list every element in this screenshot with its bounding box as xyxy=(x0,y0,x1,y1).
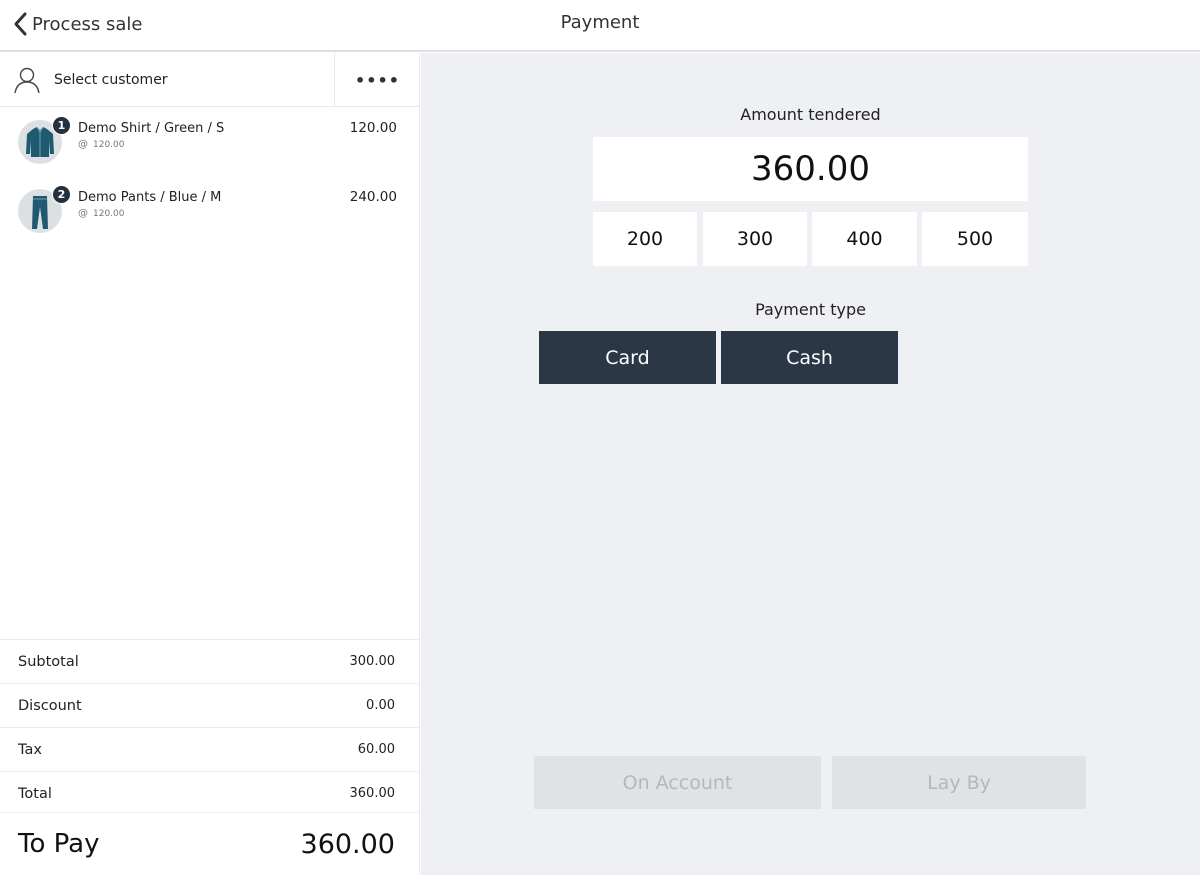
item-unit-price: @120.00 xyxy=(78,208,125,219)
subtotal-label: Subtotal xyxy=(18,653,79,670)
lay-by-button[interactable]: Lay By xyxy=(832,756,1086,809)
quick-amount-button[interactable]: 400 xyxy=(812,212,917,266)
quantity-badge: 2 xyxy=(52,185,71,204)
to-pay-value: 360.00 xyxy=(300,828,395,860)
to-pay-row: To Pay 360.00 xyxy=(0,812,420,875)
discount-label: Discount xyxy=(18,697,82,714)
select-customer-label: Select customer xyxy=(54,72,168,88)
top-bar: Process sale Payment xyxy=(0,0,1200,52)
subtotal-row: Subtotal 300.00 xyxy=(0,639,420,683)
card-payment-button[interactable]: Card xyxy=(539,331,716,384)
item-unit-price: @120.00 xyxy=(78,139,125,150)
discount-value: 0.00 xyxy=(366,698,395,713)
item-line-total: 120.00 xyxy=(349,120,397,136)
quick-amount-button[interactable]: 200 xyxy=(593,212,697,266)
cart-item[interactable]: 2 Demo Pants / Blue / M @120.00 240.00 xyxy=(0,177,420,243)
at-symbol: @ xyxy=(78,139,88,150)
quick-amount-button[interactable]: 300 xyxy=(703,212,807,266)
amount-tendered-input[interactable]: 360.00 xyxy=(593,137,1028,201)
select-customer-button[interactable]: Select customer xyxy=(0,53,334,107)
item-line-total: 240.00 xyxy=(349,189,397,205)
to-pay-label: To Pay xyxy=(18,829,100,859)
tax-value: 60.00 xyxy=(357,742,395,757)
tax-row: Tax 60.00 xyxy=(0,727,420,771)
quantity-badge: 1 xyxy=(52,116,71,135)
on-account-button[interactable]: On Account xyxy=(534,756,821,809)
amount-tendered-label: Amount tendered xyxy=(740,105,881,124)
customer-row: Select customer •••• xyxy=(0,53,420,107)
total-label: Total xyxy=(18,785,52,802)
at-symbol: @ xyxy=(78,208,88,219)
tax-label: Tax xyxy=(18,741,42,758)
unit-price-value: 120.00 xyxy=(93,209,125,219)
cash-payment-button[interactable]: Cash xyxy=(721,331,898,384)
more-options-button[interactable]: •••• xyxy=(334,53,420,107)
cart-item[interactable]: 1 Demo Shirt / Green / S @120.00 120.00 xyxy=(0,108,420,174)
sale-panel: Select customer •••• 1 Demo Shirt / Gree… xyxy=(0,53,420,875)
subtotal-value: 300.00 xyxy=(349,654,396,669)
item-name: Demo Pants / Blue / M xyxy=(78,190,222,205)
total-value: 360.00 xyxy=(349,786,396,801)
quick-amount-button[interactable]: 500 xyxy=(922,212,1028,266)
unit-price-value: 120.00 xyxy=(93,140,125,150)
item-name: Demo Shirt / Green / S xyxy=(78,121,225,136)
page-title: Payment xyxy=(560,12,640,33)
payment-panel: Amount tendered 360.00 200 300 400 500 P… xyxy=(421,53,1200,875)
discount-row[interactable]: Discount 0.00 xyxy=(0,683,420,727)
total-row: Total 360.00 xyxy=(0,771,420,815)
payment-type-label: Payment type xyxy=(755,300,866,319)
user-icon xyxy=(14,67,40,94)
more-icon: •••• xyxy=(355,70,400,90)
